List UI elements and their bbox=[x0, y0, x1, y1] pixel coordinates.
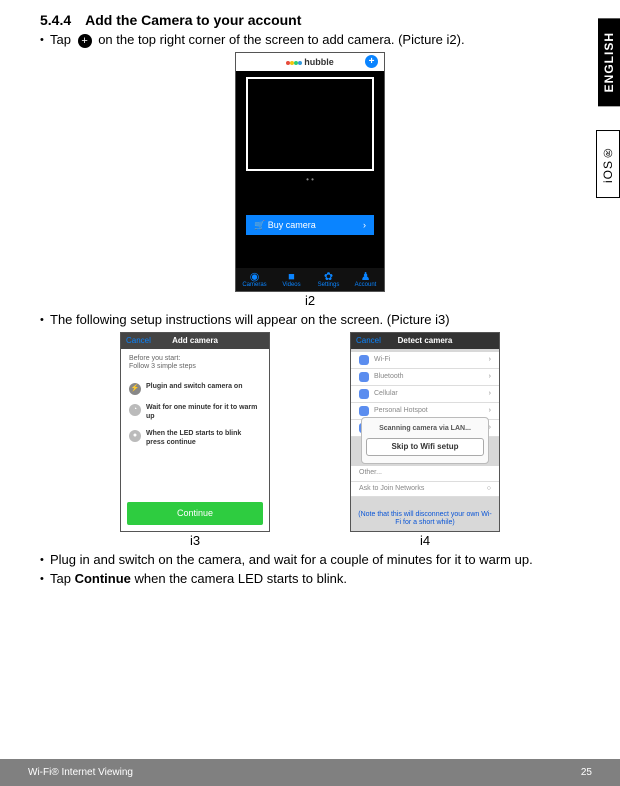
bullet-3: • Plug in and switch on the camera, and … bbox=[40, 552, 580, 568]
bullet-1-text-a: Tap bbox=[50, 32, 75, 47]
buy-camera-button[interactable]: 🛒 Buy camera› bbox=[246, 215, 374, 236]
plus-icon: + bbox=[78, 34, 92, 48]
i4-cancel-button[interactable]: Cancel bbox=[356, 336, 381, 346]
nav-settings[interactable]: ✿Settings bbox=[310, 273, 347, 289]
i3-step1: ⚡ Plugin and switch camera on bbox=[121, 378, 269, 399]
section-title-text: Add the Camera to your account bbox=[85, 12, 301, 28]
i3-cancel-button[interactable]: Cancel bbox=[126, 336, 151, 346]
led-icon: ● bbox=[129, 430, 141, 442]
scanning-text: Scanning camera via LAN... bbox=[366, 425, 484, 433]
plug-icon: ⚡ bbox=[129, 383, 141, 395]
section-heading: 5.4.4 Add the Camera to your account bbox=[40, 12, 580, 28]
add-camera-plus-icon[interactable]: + bbox=[365, 55, 378, 68]
continue-button[interactable]: Continue bbox=[127, 502, 263, 525]
bullet-1-text-b: on the top right corner of the screen to… bbox=[98, 32, 464, 47]
bullet-marker: • bbox=[40, 552, 50, 568]
clock-icon: ◔ bbox=[129, 404, 141, 416]
section-number: 5.4.4 bbox=[40, 12, 71, 28]
figure-i4-col: Cancel Detect camera Wi-Fi› Bluetooth› C… bbox=[350, 332, 500, 548]
i4-title: Detect camera bbox=[398, 336, 453, 346]
bullet-4: • Tap Continue when the camera LED start… bbox=[40, 571, 580, 587]
settings-row-cellular[interactable]: Cellular› bbox=[351, 386, 499, 403]
settings-row-join[interactable]: Ask to Join Networks○ bbox=[351, 482, 499, 497]
bullet-marker: • bbox=[40, 312, 50, 328]
nav-videos[interactable]: ■Videos bbox=[273, 273, 310, 289]
page-footer: Wi-Fi® Internet Viewing 25 bbox=[0, 759, 620, 786]
screenshot-i2: hubble + • • 🛒 Buy camera› ◉Cameras ■Vid… bbox=[235, 52, 385, 292]
bullet-4-text-b: when the camera LED starts to blink. bbox=[131, 571, 347, 586]
bullet-marker: • bbox=[40, 571, 50, 587]
screenshot-i4: Cancel Detect camera Wi-Fi› Bluetooth› C… bbox=[350, 332, 500, 532]
i4-note: (Note that this will disconnect your own… bbox=[357, 511, 493, 527]
screenshot-i3: Cancel Add camera Before you start: Foll… bbox=[120, 332, 270, 532]
settings-row-other[interactable]: Other... bbox=[351, 466, 499, 481]
i3-intro: Before you start: Follow 3 simple steps bbox=[121, 349, 269, 378]
caption-i4: i4 bbox=[350, 533, 500, 548]
continue-word: Continue bbox=[75, 571, 131, 586]
settings-row-wifi[interactable]: Wi-Fi› bbox=[351, 352, 499, 369]
hubble-text: hubble bbox=[304, 57, 334, 68]
i3-title: Add camera bbox=[172, 336, 218, 346]
bullet-3-text: Plug in and switch on the camera, and wa… bbox=[50, 552, 580, 568]
bluetooth-icon bbox=[359, 372, 369, 382]
wifi-icon bbox=[359, 355, 369, 365]
bullet-1: • Tap + on the top right corner of the s… bbox=[40, 32, 580, 48]
i2-topbar: hubble + bbox=[236, 53, 384, 71]
figure-i2-wrap: hubble + • • 🛒 Buy camera› ◉Cameras ■Vid… bbox=[40, 52, 580, 308]
nav-cameras[interactable]: ◉Cameras bbox=[236, 273, 273, 289]
i3-step2: ◔ Wait for one minute for it to warm up bbox=[121, 399, 269, 425]
skip-wifi-button[interactable]: Skip to Wifi setup bbox=[366, 438, 484, 456]
bullet-marker: • bbox=[40, 32, 50, 48]
i3-header: Cancel Add camera bbox=[121, 333, 269, 349]
cellular-icon bbox=[359, 389, 369, 399]
bullet-4-text-a: Tap bbox=[50, 571, 75, 586]
i3-step3: ● When the LED starts to blink press con… bbox=[121, 425, 269, 451]
i2-pager-dots: • • bbox=[236, 175, 384, 185]
figure-i3-col: Cancel Add camera Before you start: Foll… bbox=[120, 332, 270, 548]
i2-camera-preview bbox=[246, 77, 374, 171]
footer-left: Wi-Fi® Internet Viewing bbox=[28, 767, 133, 778]
i2-bottom-nav: ◉Cameras ■Videos ✿Settings ♟Account bbox=[236, 268, 384, 291]
settings-row-bluetooth[interactable]: Bluetooth› bbox=[351, 369, 499, 386]
footer-page-number: 25 bbox=[581, 767, 592, 778]
hubble-logo: hubble bbox=[286, 57, 334, 68]
bullet-2-text: The following setup instructions will ap… bbox=[50, 312, 580, 328]
figure-row-i3-i4: Cancel Add camera Before you start: Foll… bbox=[40, 332, 580, 548]
caption-i3: i3 bbox=[120, 533, 270, 548]
bullet-2: • The following setup instructions will … bbox=[40, 312, 580, 328]
nav-account[interactable]: ♟Account bbox=[347, 273, 384, 289]
page-content: 5.4.4 Add the Camera to your account • Ta… bbox=[0, 0, 620, 750]
i4-header: Cancel Detect camera bbox=[351, 333, 499, 349]
i4-overlay: Scanning camera via LAN... Skip to Wifi … bbox=[361, 417, 489, 464]
caption-i2: i2 bbox=[40, 293, 580, 308]
hotspot-icon bbox=[359, 406, 369, 416]
